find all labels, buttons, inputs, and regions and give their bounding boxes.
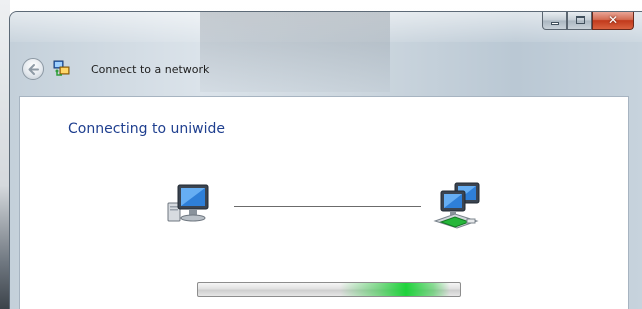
minimize-icon [551, 22, 559, 25]
wizard-content: Connecting to uniwide [19, 96, 629, 309]
back-button[interactable] [22, 58, 44, 80]
progress-indicator [340, 283, 450, 296]
network-computers-icon [433, 182, 480, 229]
window-title: Connect to a network [91, 63, 210, 76]
network-connect-icon [53, 60, 70, 76]
maximize-button[interactable] [567, 12, 592, 30]
page-heading: Connecting to uniwide [68, 121, 225, 137]
navigation-bar: Connect to a network [10, 52, 642, 82]
connection-progress-bar [197, 282, 461, 297]
back-arrow-icon [28, 64, 39, 75]
computer-icon [167, 184, 209, 222]
caption-buttons: ✕ [542, 12, 634, 31]
close-icon: ✕ [607, 13, 619, 27]
maximize-icon [576, 16, 585, 24]
connection-line [234, 206, 421, 207]
minimize-button[interactable] [542, 12, 567, 30]
connect-to-network-window: ✕ Connect to a network Connecting to uni… [9, 11, 642, 309]
close-button[interactable]: ✕ [592, 12, 634, 30]
